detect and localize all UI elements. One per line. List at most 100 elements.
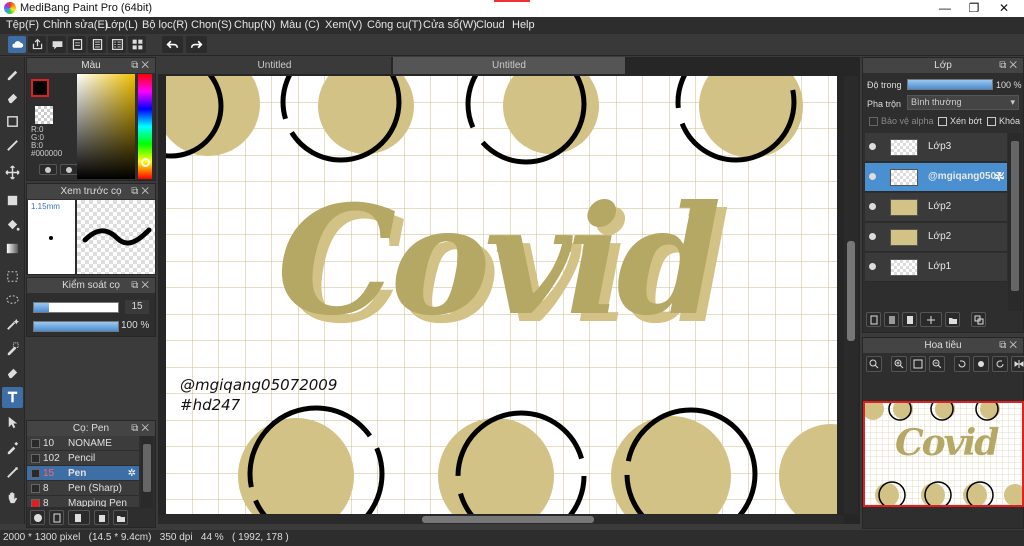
grid-icon[interactable] <box>128 36 146 53</box>
minimize-button[interactable]: — <box>929 0 961 17</box>
gradient-icon[interactable] <box>2 238 23 259</box>
brush-item[interactable]: 8 Pen (Sharp) <box>27 481 139 496</box>
select-eraser-icon[interactable] <box>2 362 23 383</box>
new-layer-icon[interactable] <box>866 312 881 327</box>
brush-size-slider[interactable] <box>33 302 119 313</box>
layer-row[interactable]: Lớp1 <box>865 253 1007 282</box>
comment-icon[interactable] <box>48 36 66 53</box>
layer-row[interactable]: Lớp2 <box>865 193 1007 222</box>
eyedropper-icon[interactable] <box>2 437 23 458</box>
protect-alpha-checkbox[interactable] <box>869 117 878 126</box>
hue-slider-handle[interactable] <box>141 158 150 167</box>
vertical-scroll-thumb[interactable] <box>847 241 855 341</box>
zoom-out-icon[interactable] <box>929 356 945 372</box>
menu-window[interactable]: Cửa sổ(W) <box>423 19 477 31</box>
rotate-reset-icon[interactable] <box>973 356 989 372</box>
gear-icon[interactable]: ✲ <box>994 170 1004 184</box>
fill-rect-icon[interactable] <box>2 190 23 211</box>
redo-icon[interactable] <box>186 36 207 53</box>
foreground-color-swatch[interactable] <box>31 79 49 97</box>
lock-checkbox[interactable] <box>987 117 996 126</box>
panel-window-icon[interactable]: ⧉✕ <box>131 421 152 436</box>
layer-blend-select[interactable]: Bình thường ▾ <box>907 95 1019 110</box>
menu-edit[interactable]: Chỉnh sửa(E) <box>43 19 108 31</box>
layer-list-scrollbar[interactable] <box>1008 133 1022 311</box>
magic-wand-icon[interactable] <box>2 314 23 335</box>
eye-icon[interactable] <box>869 263 876 270</box>
close-button[interactable]: ✕ <box>988 0 1020 17</box>
layer-add-menu-icon[interactable] <box>920 312 942 327</box>
canvas[interactable]: Covid Covid @mgiqang05072009 #hd247 <box>166 76 837 514</box>
gear-icon[interactable]: ✲ <box>128 466 136 481</box>
panel-window-icon[interactable]: ⧉✕ <box>131 58 152 73</box>
brush-item-selected[interactable]: 15 Pen ✲ <box>27 466 139 481</box>
brush-list-scrollbar[interactable] <box>141 436 153 508</box>
panel-window-icon[interactable]: ⧉✕ <box>131 184 152 199</box>
brush-new-icon[interactable] <box>49 510 64 525</box>
brush-item[interactable]: 10 NONAME <box>27 436 139 451</box>
new-8bit-layer-icon[interactable] <box>902 312 917 327</box>
brush-menu-icon[interactable] <box>68 510 90 525</box>
menu-cloud[interactable]: Cloud <box>476 19 505 31</box>
rotate-left-icon[interactable] <box>954 356 970 372</box>
menu-filter[interactable]: Bộ lọc(R) <box>142 19 188 31</box>
brush-delete-icon[interactable] <box>94 510 109 525</box>
undo-icon[interactable] <box>162 36 183 53</box>
navigator-preview[interactable]: Covid <box>863 401 1024 507</box>
rectangle-icon[interactable] <box>2 111 23 132</box>
canvas-horizontal-scrollbar[interactable] <box>158 515 844 524</box>
move-icon[interactable] <box>2 162 23 183</box>
cloud-icon[interactable] <box>8 36 26 53</box>
eraser-icon[interactable] <box>2 87 23 108</box>
menu-file[interactable]: Tệp(F) <box>6 19 39 31</box>
page-icon[interactable] <box>68 36 86 53</box>
layer-row-selected[interactable]: @mgiqang05072009✲ <box>865 163 1007 192</box>
eye-icon[interactable] <box>869 203 876 210</box>
menu-select[interactable]: Chọn(S) <box>191 19 232 31</box>
brush-size-value[interactable]: 15 <box>125 300 149 314</box>
duplicate-layer-icon[interactable] <box>971 312 986 327</box>
menu-capture[interactable]: Chụp(N) <box>234 19 276 31</box>
tab-untitled-2[interactable]: Untitled <box>393 57 625 74</box>
brush-opacity-slider[interactable] <box>33 321 119 332</box>
select-icon[interactable] <box>2 266 23 287</box>
panel-window-icon[interactable]: ⧉✕ <box>999 58 1020 73</box>
eye-icon[interactable] <box>869 173 876 180</box>
saturation-value-picker[interactable] <box>77 74 135 179</box>
maximize-button[interactable]: ❐ <box>958 0 990 17</box>
select-pen-icon[interactable] <box>2 338 23 359</box>
panel-window-icon[interactable]: ⧉✕ <box>999 338 1020 353</box>
layer-opacity-slider[interactable] <box>907 79 993 90</box>
color-mode-button[interactable] <box>60 164 78 175</box>
share-icon[interactable] <box>28 36 46 53</box>
folder-icon[interactable] <box>945 312 960 327</box>
menu-tools[interactable]: Công cụ(T) <box>367 19 422 31</box>
brush-add-icon[interactable] <box>30 510 45 525</box>
text-icon[interactable] <box>2 387 23 408</box>
menu-color[interactable]: Màu (C) <box>280 19 320 31</box>
manage-icon[interactable] <box>108 36 126 53</box>
horizontal-scroll-thumb[interactable] <box>422 516 594 523</box>
menu-layer[interactable]: Lớp(L) <box>105 19 138 31</box>
tab-untitled-1[interactable]: Untitled <box>158 57 391 74</box>
brush-item[interactable]: 8 Mapping Pen <box>27 496 139 508</box>
eye-icon[interactable] <box>869 233 876 240</box>
zoom-in-plus-icon[interactable] <box>891 356 907 372</box>
layer-row[interactable]: Lớp2 <box>865 223 1007 252</box>
lasso-icon[interactable] <box>2 290 23 311</box>
layer-row[interactable]: Lớp3 <box>865 133 1007 162</box>
panel-window-icon[interactable]: ⧉✕ <box>131 278 152 293</box>
rotate-right-icon[interactable] <box>992 356 1008 372</box>
hand-icon[interactable] <box>2 487 23 508</box>
brush-item[interactable]: 102 Pencil <box>27 451 139 466</box>
color-add-button[interactable] <box>39 164 57 175</box>
bucket-icon[interactable] <box>2 214 23 235</box>
fit-screen-icon[interactable] <box>910 356 926 372</box>
clipping-checkbox[interactable] <box>938 117 947 126</box>
canvas-vertical-scrollbar[interactable] <box>844 76 858 514</box>
flip-icon[interactable] <box>1011 356 1024 372</box>
brush-icon[interactable] <box>2 63 23 84</box>
transparent-color-swatch[interactable] <box>35 106 53 124</box>
new-halftone-layer-icon[interactable] <box>884 312 899 327</box>
eye-icon[interactable] <box>869 143 876 150</box>
